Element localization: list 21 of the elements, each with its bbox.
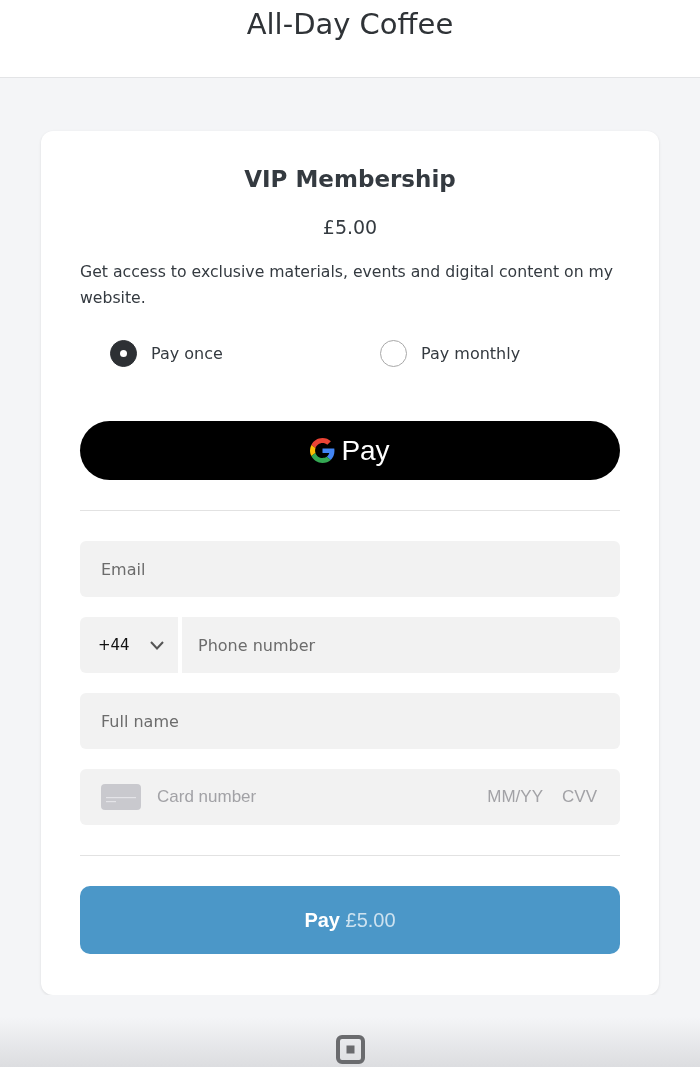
price-text: £5.00 bbox=[322, 215, 378, 239]
phone-field[interactable]: Phone number bbox=[182, 617, 620, 673]
description-text: Get access to exclusive materials, events and digital content on my website. bbox=[80, 261, 615, 309]
radio-label[interactable]: Pay monthly bbox=[421, 343, 521, 364]
full-name-field[interactable]: Full name bbox=[80, 693, 620, 749]
card-details-field[interactable]: Card number MM/YY CVV bbox=[80, 769, 620, 825]
g-logo-icon bbox=[310, 438, 336, 463]
google-pay-button[interactable]: Pay bbox=[80, 421, 620, 480]
credit-card-icon bbox=[101, 784, 141, 810]
product-title: VIP Membership bbox=[244, 165, 456, 194]
expiry-input[interactable]: MM/YY bbox=[483, 782, 543, 812]
store-title: All-Day Coffee bbox=[246, 6, 454, 42]
cvv-input[interactable]: CVV bbox=[555, 782, 597, 812]
radio-label[interactable]: Pay once bbox=[151, 343, 223, 364]
radio-button[interactable] bbox=[380, 340, 407, 367]
square-logo-icon bbox=[335, 1035, 365, 1064]
country-code-select[interactable]: +44 bbox=[80, 617, 178, 673]
card-number-input[interactable]: Card number bbox=[157, 782, 483, 812]
email-field[interactable]: Email bbox=[80, 541, 620, 597]
chevron-down-icon bbox=[150, 640, 164, 650]
radio-button[interactable] bbox=[110, 340, 137, 367]
